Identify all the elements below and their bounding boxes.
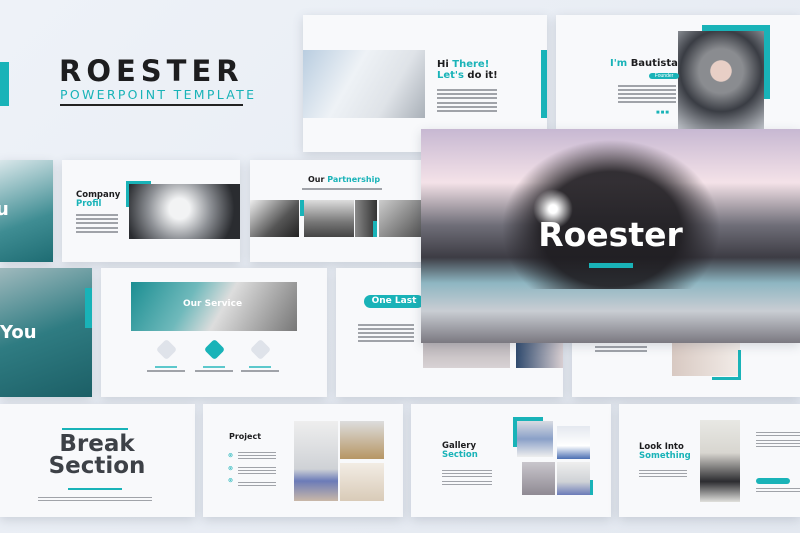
slide-title: Gallery Section xyxy=(442,441,478,461)
title-part: I'm xyxy=(610,58,631,69)
brand-subtitle: POWERPOINT TEMPLATE xyxy=(60,87,257,102)
title-part: Section xyxy=(442,450,478,461)
title-part: Section xyxy=(48,452,146,479)
body-text xyxy=(76,214,118,235)
globe-icon[interactable] xyxy=(203,338,226,361)
gallery-photo xyxy=(517,421,553,457)
action-button[interactable] xyxy=(756,478,790,484)
body-text xyxy=(238,452,276,488)
gallery-photo xyxy=(557,426,590,459)
body-text xyxy=(195,366,233,374)
slide-title: u xyxy=(0,199,9,220)
slide-project[interactable]: Project ⊗ ⊗ ⊗ xyxy=(203,404,403,517)
slide-break-section[interactable]: Break Section xyxy=(0,404,195,517)
slide-title: I'm Bautista xyxy=(610,58,678,69)
body-text xyxy=(38,497,152,503)
accent-bar xyxy=(0,62,9,106)
kitchen-photo xyxy=(340,421,384,459)
body-text xyxy=(302,188,382,192)
slide-title: Look Into Something xyxy=(639,442,691,462)
title-part: Our xyxy=(308,175,328,184)
accent-line xyxy=(62,428,128,430)
slide-company-profil[interactable]: Company Profil xyxy=(62,160,240,262)
slide-partnership[interactable]: Our Partnership xyxy=(250,160,430,262)
woman-photo xyxy=(700,420,740,502)
body-text xyxy=(639,470,687,479)
gallery-photo xyxy=(522,462,555,495)
slide-title: One Last xyxy=(364,295,424,308)
instagram-icon[interactable]: ■ xyxy=(665,110,670,116)
accent-corner xyxy=(712,350,741,380)
building-photo xyxy=(250,200,299,237)
title-part: do it! xyxy=(463,70,498,81)
title-part: Profil xyxy=(76,199,102,210)
accent-bar xyxy=(541,50,547,118)
title-part: Something xyxy=(639,451,691,462)
title-part: Partnership xyxy=(327,175,381,184)
title-part: Hi xyxy=(437,59,453,70)
gallery-photo xyxy=(557,462,590,495)
flag-icon[interactable] xyxy=(249,338,272,361)
slide-title: Hi There! Let's do it! xyxy=(437,59,498,81)
binoculars-icon[interactable] xyxy=(155,338,178,361)
skyscrapers-photo xyxy=(129,184,240,239)
woman-photo xyxy=(678,31,764,130)
slide-title: Project xyxy=(229,432,262,441)
slide-title: Break Section xyxy=(47,433,147,479)
body-text xyxy=(756,432,800,449)
brand-underline xyxy=(60,104,243,106)
slide-partial-team[interactable]: u xyxy=(0,160,53,262)
slide-bautista[interactable]: I'm Bautista Founder ■■■ xyxy=(556,15,800,130)
body-text xyxy=(358,324,414,344)
body-text xyxy=(756,488,800,494)
building-photo xyxy=(304,200,354,237)
accent-bar xyxy=(589,263,633,268)
accent-line xyxy=(68,488,122,490)
check-icons: ⊗ ⊗ ⊗ xyxy=(228,453,234,484)
slide-cover[interactable]: Roester xyxy=(421,129,800,343)
slide-our-service[interactable]: Our Service xyxy=(101,268,327,397)
body-text xyxy=(618,85,676,105)
founder-badge: Founder xyxy=(649,73,679,79)
slide-title: Company Profil xyxy=(76,190,120,210)
laptop-photo xyxy=(303,50,425,118)
cover-title: Roester xyxy=(538,215,683,254)
slide-gallery[interactable]: Gallery Section xyxy=(411,404,611,517)
slide-partial-you[interactable]: You xyxy=(0,268,92,397)
social-icons: ■■■ xyxy=(656,110,670,116)
brand-title: ROESTER xyxy=(59,54,244,88)
title-part: Bautista xyxy=(630,58,678,69)
bedroom-photo xyxy=(340,463,384,501)
slide-title: Our Partnership xyxy=(308,175,381,185)
body-text xyxy=(442,470,492,487)
body-text xyxy=(147,366,185,374)
interior-photo xyxy=(294,421,338,501)
slide-title: You xyxy=(0,322,37,343)
accent-bar xyxy=(590,480,593,495)
title-part: There! xyxy=(452,59,490,70)
title-part: Let's xyxy=(437,70,464,81)
body-text xyxy=(437,89,497,114)
slide-look-into[interactable]: Look Into Something xyxy=(619,404,800,517)
accent-bar xyxy=(373,221,377,237)
body-text xyxy=(241,366,279,374)
slide-title: Our Service xyxy=(183,299,243,309)
body-text xyxy=(595,346,647,354)
accent-bar xyxy=(85,288,92,328)
